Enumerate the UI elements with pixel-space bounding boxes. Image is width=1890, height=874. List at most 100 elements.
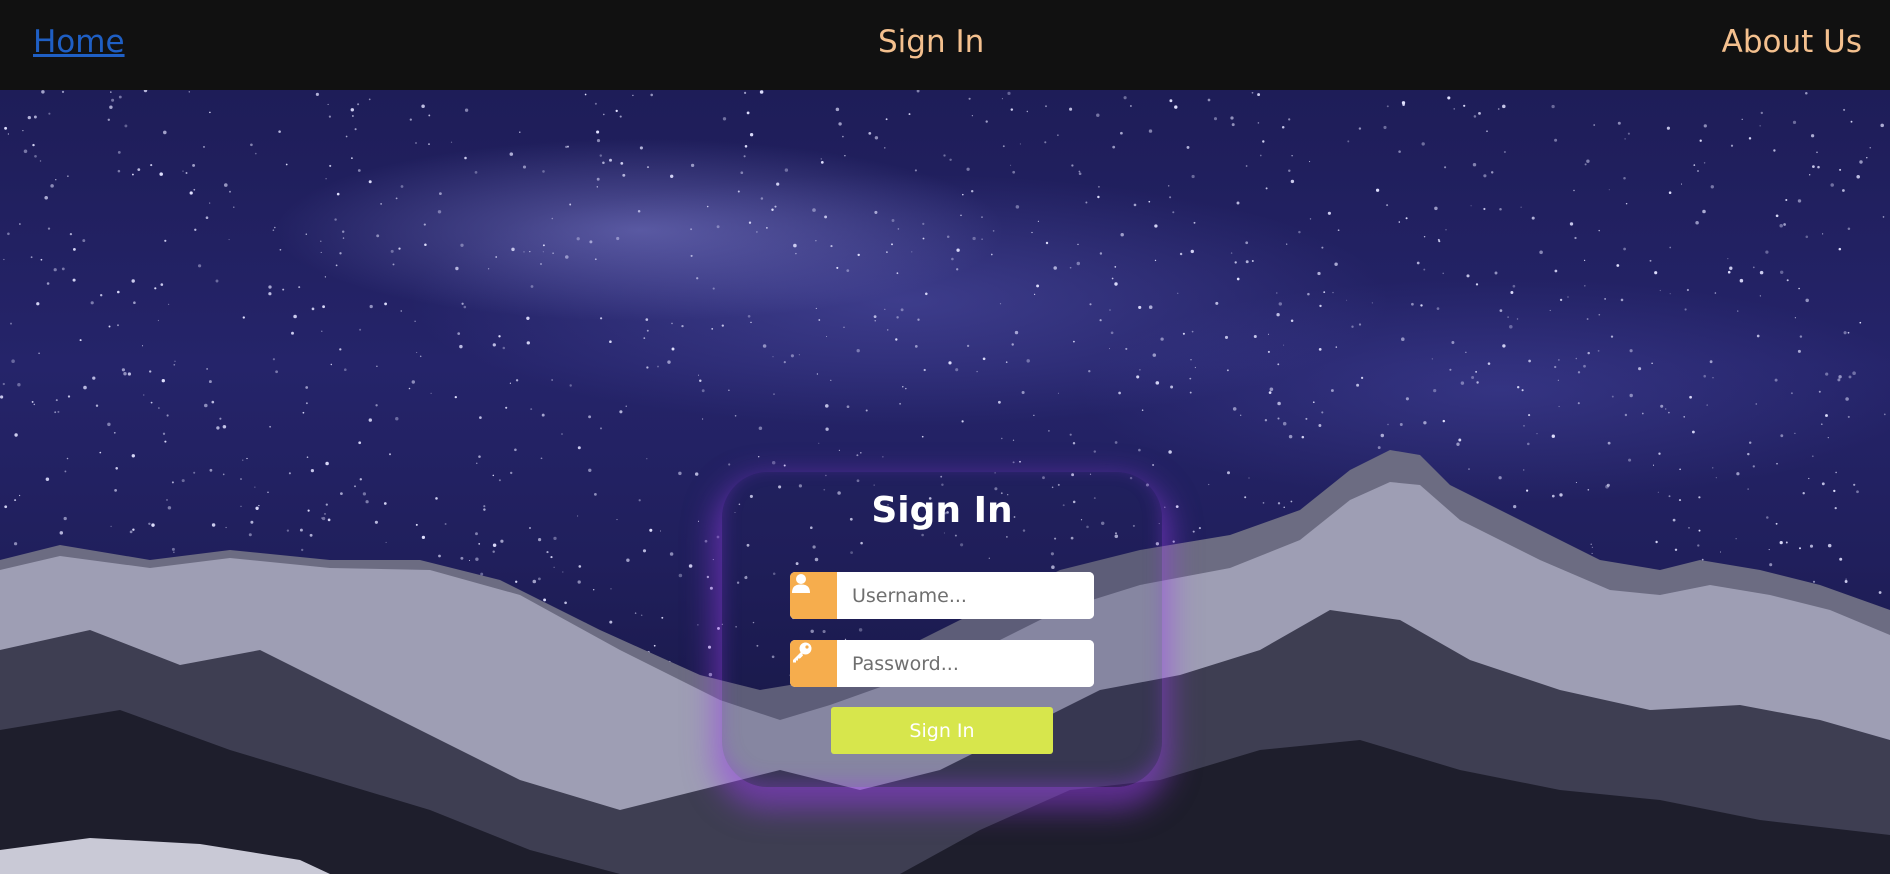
star [1111, 277, 1114, 280]
star [539, 262, 543, 266]
star [1509, 325, 1513, 329]
star [1679, 468, 1681, 471]
star [1593, 124, 1596, 126]
star [278, 130, 281, 133]
star [1587, 489, 1590, 491]
star [115, 467, 118, 470]
star [1748, 441, 1752, 444]
star [1478, 111, 1481, 115]
star [1739, 278, 1744, 283]
star [1133, 203, 1137, 207]
star [626, 558, 630, 562]
star [99, 451, 102, 454]
star [1010, 164, 1012, 166]
star [1227, 471, 1230, 475]
star [874, 210, 878, 214]
star [1002, 145, 1005, 148]
star [1442, 272, 1444, 275]
star [1759, 125, 1761, 127]
star [158, 407, 160, 409]
star [1398, 221, 1401, 223]
star [1812, 165, 1815, 168]
star [1152, 353, 1157, 357]
star [1232, 407, 1237, 411]
star [424, 243, 427, 246]
star [376, 234, 380, 238]
star [716, 225, 720, 229]
star [653, 644, 656, 647]
star [1786, 279, 1789, 282]
star [921, 435, 924, 438]
star [1194, 366, 1197, 369]
star [483, 508, 486, 511]
star [67, 175, 69, 177]
signin-submit-button[interactable]: Sign In [831, 707, 1053, 754]
star [1169, 196, 1172, 199]
username-input[interactable] [837, 572, 1094, 619]
star [150, 401, 153, 404]
star [1521, 389, 1524, 392]
star [1371, 302, 1374, 304]
star [962, 193, 964, 196]
star [1688, 527, 1690, 529]
star [961, 420, 964, 423]
star [552, 252, 554, 254]
star [1558, 359, 1560, 361]
star [1799, 547, 1801, 550]
star [1551, 104, 1555, 109]
star [1802, 492, 1805, 495]
star [3, 258, 5, 261]
star [50, 184, 54, 188]
star [500, 539, 504, 543]
star [159, 172, 163, 176]
star [439, 192, 442, 195]
star [1033, 293, 1036, 296]
nav-home-link[interactable]: Home [33, 24, 125, 60]
star [334, 218, 337, 221]
nav-signin-link[interactable]: Sign In [878, 24, 984, 60]
star [1499, 207, 1502, 211]
star [1833, 489, 1836, 493]
star [1073, 340, 1075, 343]
star [891, 243, 893, 246]
star [1574, 236, 1577, 240]
star [561, 433, 563, 435]
star [728, 389, 730, 392]
star [400, 185, 404, 188]
nav-about-link[interactable]: About Us [1722, 24, 1862, 60]
star [73, 248, 76, 251]
star [1703, 124, 1707, 128]
star [1276, 292, 1278, 294]
star [222, 473, 225, 476]
star [385, 541, 387, 543]
star [972, 236, 976, 241]
star [1208, 483, 1210, 486]
star [398, 247, 401, 250]
star [1583, 364, 1586, 368]
star [1668, 411, 1670, 414]
star [1528, 414, 1531, 417]
star [1433, 388, 1437, 393]
star [368, 180, 372, 184]
star [1624, 413, 1628, 417]
star [129, 530, 133, 534]
star [1729, 266, 1733, 270]
star [1558, 405, 1560, 408]
star [1244, 496, 1247, 499]
star [922, 237, 925, 240]
star [1557, 379, 1559, 381]
password-input[interactable] [837, 640, 1094, 687]
star [895, 338, 898, 341]
star [1351, 325, 1354, 328]
star [1752, 465, 1755, 468]
star [351, 157, 353, 159]
star [1437, 238, 1440, 241]
star [982, 357, 986, 361]
star [1510, 291, 1514, 294]
star [423, 223, 426, 226]
star [1012, 461, 1015, 464]
star [1423, 268, 1426, 271]
star [1465, 351, 1467, 353]
star [1268, 391, 1272, 394]
star [1057, 392, 1059, 394]
